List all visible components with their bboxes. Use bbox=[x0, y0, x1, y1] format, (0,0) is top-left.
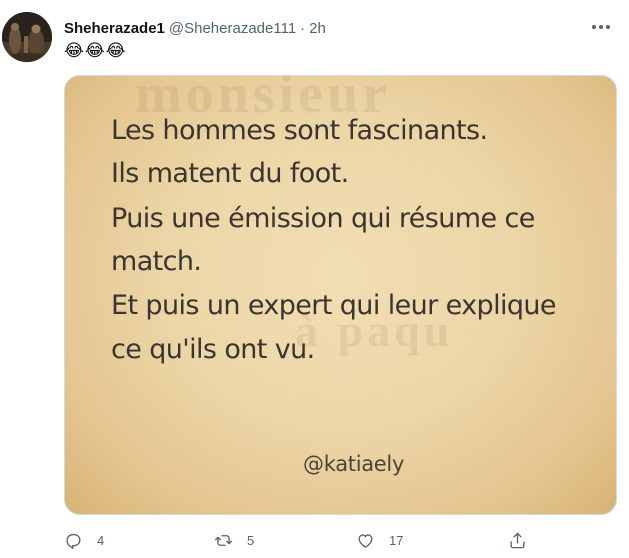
quote-line: Puis une émission qui résume ce bbox=[111, 203, 535, 234]
timestamp[interactable]: 2h bbox=[309, 20, 326, 37]
quote-line: Les hommes sont fascinants. bbox=[111, 115, 488, 146]
tweet-text: 😂😂😂 bbox=[64, 41, 127, 60]
avatar-image bbox=[2, 12, 52, 62]
image-signature: @katiaely bbox=[303, 452, 405, 476]
quote-line: ce qu'ils ont vu. bbox=[111, 334, 315, 365]
quote-line: Et puis un expert qui leur explique bbox=[111, 290, 557, 321]
like-button[interactable]: 17 bbox=[356, 528, 403, 552]
display-name[interactable]: Sheherazade1 bbox=[64, 20, 165, 37]
quote-line: match. bbox=[111, 246, 202, 277]
more-icon[interactable] bbox=[589, 17, 613, 37]
reply-button[interactable]: 4 bbox=[64, 528, 104, 552]
heart-icon bbox=[358, 533, 373, 548]
separator: · bbox=[300, 19, 306, 37]
tweet-header: Sheherazade1 @Sheherazade111 · 2h bbox=[64, 17, 326, 39]
quote-line: Ils matent du foot. bbox=[111, 158, 349, 189]
retweet-icon bbox=[214, 534, 233, 546]
share-button[interactable] bbox=[508, 528, 541, 552]
reply-count: 4 bbox=[97, 532, 105, 548]
retweet-button[interactable]: 5 bbox=[214, 528, 254, 552]
share-icon bbox=[510, 532, 525, 548]
reply-icon bbox=[66, 533, 81, 549]
user-handle[interactable]: @Sheherazade111 bbox=[169, 20, 296, 37]
tweet-image[interactable]: monsieur à paqu Les hommes sont fascinan… bbox=[64, 75, 617, 515]
avatar[interactable] bbox=[2, 12, 52, 62]
retweet-count: 5 bbox=[247, 532, 255, 548]
action-bar: 4 5 17 bbox=[64, 528, 584, 552]
tweet[interactable]: Sheherazade1 @Sheherazade111 · 2h 😂😂😂 mo… bbox=[0, 0, 629, 558]
like-count: 17 bbox=[389, 532, 404, 548]
